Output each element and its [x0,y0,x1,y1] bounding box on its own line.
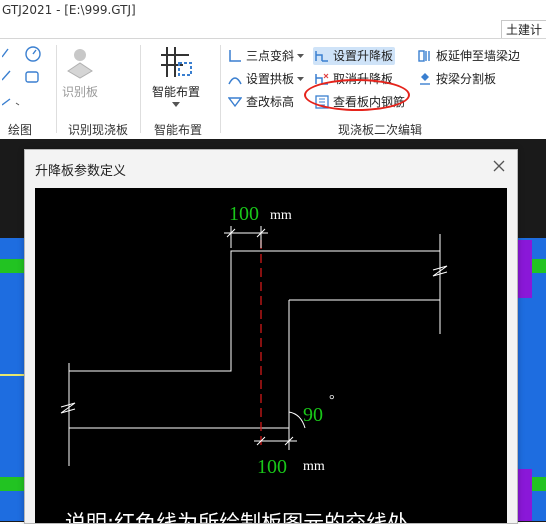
split-slab-by-beam-button[interactable]: 按梁分割板 [418,70,496,88]
dim-bottom-value: 100 [257,456,287,478]
line-icon[interactable] [2,69,12,81]
close-icon[interactable] [491,158,507,174]
chevron-down-icon [297,76,305,81]
workspace-axis-left [0,374,24,376]
diagram-canvas: 100 mm 90 ° 100 mm 说明:红色线为所绘制板图元的交线处 [35,188,507,523]
group-label-smart: 智能布置 [154,123,203,137]
cancel-raise-lower-icon [315,73,329,85]
diagram-note: 说明:红色线为所绘制板图元的交线处 [65,511,408,523]
group-label-slab-edit: 现浇板二次编辑 [338,123,423,137]
clock-icon[interactable] [24,45,42,63]
title-bar: GTJ2021 - [E:\999.GTJ] [0,0,546,20]
set-arch-slab-button[interactable]: 设置拱板 [228,70,308,88]
recognize-slab-button[interactable]: 识别板 [60,45,100,100]
dim-bottom-unit: mm [303,459,325,474]
group-label-draw: 绘图 [8,123,33,137]
slab-recognize-icon [67,49,93,79]
window-title: GTJ2021 - [E:\999.GTJ] [2,3,136,17]
raise-lower-slab-icon [315,51,328,62]
dim-top-value: 100 [229,203,259,225]
lower-slab-bottom [69,300,290,429]
dim-top-unit: mm [270,208,292,223]
group-label-recognize: 识别现浇板 [68,123,129,137]
dialog-title: 升降板参数定义 [35,164,127,179]
workspace-column-purple-2 [516,469,532,521]
workspace-column-purple [516,240,532,298]
cancel-raise-lower-slab-button[interactable]: 取消升降板 [315,70,393,88]
extend-slab-to-wall-beam-button[interactable]: 板延伸至墙梁边 [418,47,520,65]
raise-lower-slab-dialog: 升降板参数定义 100 mm 90 ° 100 mm 说明:红色线为所绘制板图元… [24,149,518,524]
smart-layout-button[interactable]: 智能布置 [146,45,206,108]
smart-layout-icon [161,47,192,77]
tab-civil[interactable]: 土建计 [500,20,546,39]
arch-slab-icon [228,77,242,85]
pen-icon[interactable] [2,47,12,59]
extend-slab-icon [418,50,430,62]
section-diagram: 100 mm 90 ° 100 mm 说明:红色线为所绘制板图元的交线处 [60,203,448,523]
workspace-strip-left-green-2 [0,477,24,491]
upper-slab-outline [230,250,440,300]
split-slab-icon [420,73,430,85]
lower-break-symbol [60,402,76,414]
chevron-down-icon [172,102,180,107]
check-modify-elevation-button[interactable]: 查改标高 [228,93,294,111]
set-raise-lower-slab-button[interactable]: 设置升降板 [313,47,396,65]
view-slab-rebar-button[interactable]: 查看板内钢筋 [315,93,405,111]
upper-break-symbol [432,265,448,277]
chevron-down-icon [297,53,305,58]
angle-value: 90 [303,404,323,426]
slab-rebar-icon [315,95,329,109]
polyline-icon[interactable] [2,93,22,107]
lower-slab-top [69,300,232,372]
workspace-strip-left-green [0,259,24,273]
elevation-icon [228,97,242,108]
rect-icon[interactable] [24,69,40,85]
angle-unit: ° [329,393,335,408]
three-point-slope-icon [229,50,241,62]
ribbon: 绘图 识别板 识别现浇板 智能布置 智能布置 三点变斜 设置升降板 板延伸至墙梁… [0,38,546,140]
three-point-slope-button[interactable]: 三点变斜 [228,47,308,65]
